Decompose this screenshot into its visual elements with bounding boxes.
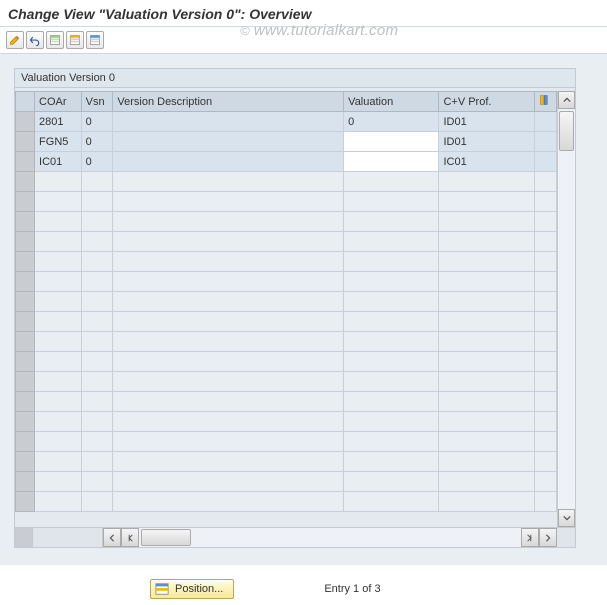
col-config-button[interactable]	[534, 92, 556, 112]
position-button-label: Position...	[175, 583, 223, 595]
col-select[interactable]	[16, 92, 35, 112]
cell-vsn: 0	[81, 132, 113, 152]
col-version-description[interactable]: Version Description	[113, 92, 344, 112]
position-icon	[155, 582, 169, 596]
row-selector[interactable]	[16, 312, 35, 332]
table-row	[16, 452, 557, 472]
table-row	[16, 292, 557, 312]
entry-counter: Entry 1 of 3	[324, 583, 380, 595]
footer: Position... Entry 1 of 3	[0, 579, 607, 599]
col-cv-prof[interactable]: C+V Prof.	[439, 92, 534, 112]
table-row	[16, 352, 557, 372]
table-row	[16, 192, 557, 212]
grid-title: Valuation Version 0	[15, 69, 575, 88]
data-grid[interactable]: COAr Vsn Version Description Valuation C…	[15, 91, 557, 527]
row-selector[interactable]	[16, 272, 35, 292]
row-selector[interactable]	[16, 332, 35, 352]
content-area: Valuation Version 0 COAr Vsn Version Des…	[0, 53, 607, 565]
table-row	[16, 252, 557, 272]
row-selector[interactable]	[16, 252, 35, 272]
row-selector[interactable]	[16, 472, 35, 492]
scroll-first-button[interactable]	[121, 528, 139, 547]
col-vsn[interactable]: Vsn	[81, 92, 113, 112]
cell-coar: FGN5	[35, 132, 82, 152]
table-row	[16, 312, 557, 332]
row-selector[interactable]	[16, 392, 35, 412]
cell-spacer	[534, 152, 556, 172]
cell-version-description	[113, 112, 344, 132]
table-row	[16, 272, 557, 292]
cell-valuation: 0	[344, 112, 439, 132]
grid-panel: Valuation Version 0 COAr Vsn Version Des…	[14, 68, 576, 548]
cell-spacer	[534, 112, 556, 132]
table-row[interactable]: IC010IC01	[16, 152, 557, 172]
scroll-right-button[interactable]	[539, 528, 557, 547]
cell-spacer	[534, 132, 556, 152]
cell-vsn: 0	[81, 152, 113, 172]
toolbar-change-button[interactable]	[6, 31, 24, 49]
scroll-left-button[interactable]	[103, 528, 121, 547]
table-row	[16, 332, 557, 352]
cell-coar: IC01	[35, 152, 82, 172]
row-selector[interactable]	[16, 372, 35, 392]
cell-version-description	[113, 132, 344, 152]
table-row	[16, 432, 557, 452]
toolbar-select-all-button[interactable]	[46, 31, 64, 49]
row-selector[interactable]	[16, 132, 35, 152]
table-row	[16, 212, 557, 232]
valuation-input[interactable]	[344, 132, 438, 151]
cell-cv-prof: IC01	[439, 152, 534, 172]
cell-version-description	[113, 152, 344, 172]
row-selector[interactable]	[16, 112, 35, 132]
toolbar-undo-button[interactable]	[26, 31, 44, 49]
page-title: Change View "Valuation Version 0": Overv…	[0, 0, 607, 26]
row-selector[interactable]	[16, 292, 35, 312]
row-selector[interactable]	[16, 192, 35, 212]
col-valuation[interactable]: Valuation	[344, 92, 439, 112]
table-row	[16, 492, 557, 512]
table-row	[16, 172, 557, 192]
scroll-thumb[interactable]	[559, 111, 574, 151]
cell-vsn: 0	[81, 112, 113, 132]
row-selector[interactable]	[16, 412, 35, 432]
table-row	[16, 232, 557, 252]
row-selector[interactable]	[16, 152, 35, 172]
row-selector[interactable]	[16, 172, 35, 192]
cell-cv-prof: ID01	[439, 132, 534, 152]
scroll-last-button[interactable]	[521, 528, 539, 547]
table-row	[16, 372, 557, 392]
position-button[interactable]: Position...	[150, 579, 234, 599]
row-selector[interactable]	[16, 212, 35, 232]
table-row[interactable]: FGN50 ID01	[16, 132, 557, 152]
horizontal-scrollbar[interactable]	[15, 527, 575, 547]
table-row	[16, 412, 557, 432]
scroll-down-button[interactable]	[558, 509, 575, 527]
toolbar-save-button[interactable]	[66, 31, 84, 49]
table-row	[16, 392, 557, 412]
table-row[interactable]: 280100ID01	[16, 112, 557, 132]
hscroll-thumb[interactable]	[141, 529, 191, 546]
row-selector[interactable]	[16, 352, 35, 372]
vertical-scrollbar[interactable]	[557, 91, 575, 527]
row-selector[interactable]	[16, 492, 35, 512]
cell-cv-prof: ID01	[439, 112, 534, 132]
row-selector[interactable]	[16, 432, 35, 452]
valuation-input[interactable]	[344, 152, 438, 171]
toolbar	[0, 27, 607, 53]
scroll-up-button[interactable]	[558, 91, 575, 109]
row-selector[interactable]	[16, 232, 35, 252]
table-row	[16, 472, 557, 492]
cell-coar: 2801	[35, 112, 82, 132]
toolbar-deselect-button[interactable]	[86, 31, 104, 49]
row-selector[interactable]	[16, 452, 35, 472]
col-coar[interactable]: COAr	[35, 92, 82, 112]
